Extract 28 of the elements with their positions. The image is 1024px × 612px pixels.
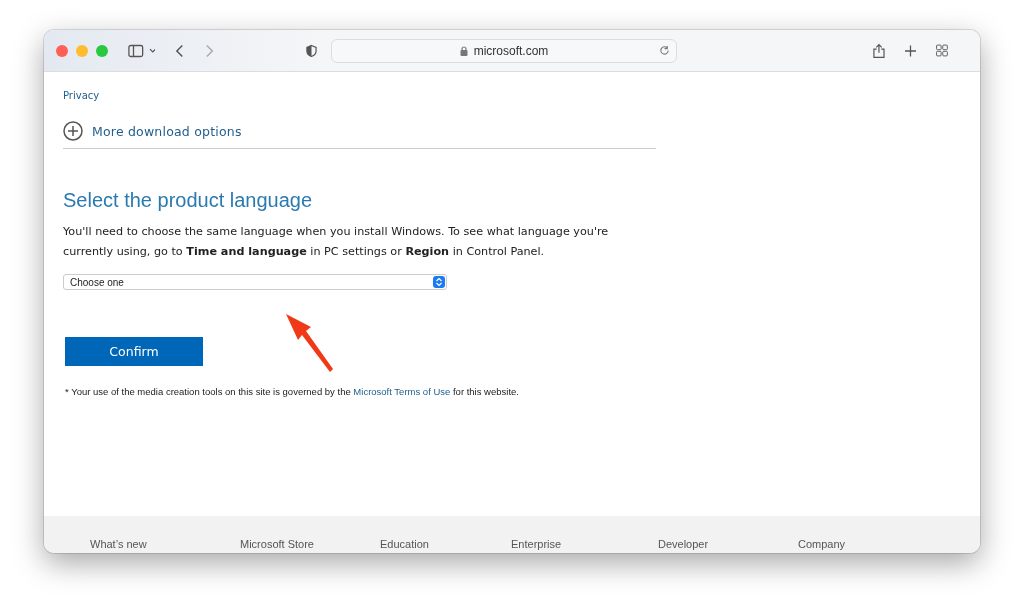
tabs-overview-icon[interactable]: [936, 44, 948, 57]
footer-heading: What’s new: [90, 537, 148, 551]
dropdown-stepper-icon: [433, 276, 445, 288]
language-dropdown[interactable]: Choose one: [63, 274, 447, 290]
share-icon[interactable]: [873, 42, 886, 59]
footer-heading: Enterprise: [511, 537, 563, 551]
lock-icon: [459, 45, 468, 56]
terms-text: * Your use of the media creation tools on this site is governed by the Microsoft Terms of Use for this website.: [65, 386, 520, 397]
section-heading: Select the product language: [63, 189, 314, 212]
footer-heading: Microsoft Store: [240, 537, 315, 551]
plus-icon[interactable]: [905, 44, 917, 57]
shield-icon[interactable]: [305, 43, 317, 58]
sidebar-icon[interactable]: [128, 43, 156, 58]
close-button[interactable]: [56, 44, 68, 57]
more-download-options-link[interactable]: More download options: [92, 123, 242, 139]
plus-circle-icon[interactable]: [63, 121, 83, 141]
terms-of-use-link[interactable]: Microsoft Terms of Use: [353, 386, 451, 397]
pointer-arrow-annotation: [284, 312, 334, 374]
address-text: microsoft.com: [473, 43, 549, 58]
description-text: You'll need to choose the same language when you install Windows. To see what language you're currently using, go to Time and language in PC settings or Region in Control Panel.: [63, 224, 610, 260]
reload-icon[interactable]: [659, 44, 671, 56]
footer-heading: Developer: [658, 537, 710, 551]
footer-heading: Education: [380, 537, 430, 551]
address-bar[interactable]: microsoft.com: [330, 38, 678, 63]
back-icon[interactable]: [175, 43, 185, 58]
confirm-button[interactable]: Confirm: [65, 337, 203, 366]
footer-heading: Company: [798, 537, 846, 551]
privacy-link[interactable]: Privacy: [63, 90, 961, 101]
